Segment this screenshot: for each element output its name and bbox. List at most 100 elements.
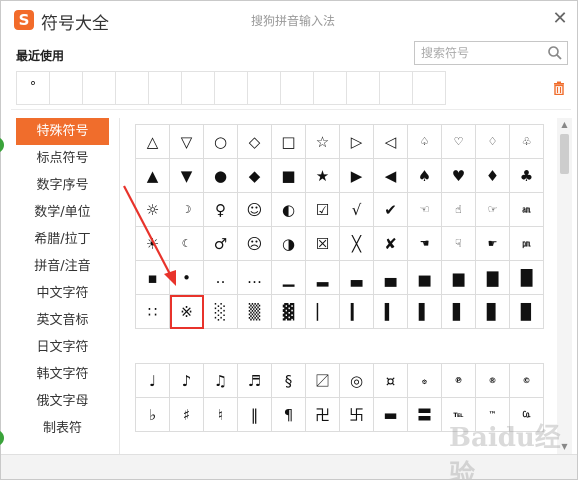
symbol-cell[interactable]: ♀ bbox=[204, 193, 238, 227]
symbol-cell[interactable]: ℗ bbox=[442, 364, 476, 398]
recent-symbol-cell[interactable] bbox=[83, 72, 116, 104]
recent-symbol-cell[interactable] bbox=[413, 72, 445, 104]
symbol-cell[interactable]: ☾ bbox=[170, 227, 204, 261]
category-item[interactable]: 标点符号 bbox=[16, 145, 109, 172]
symbol-cell[interactable]: ☞ bbox=[476, 193, 510, 227]
symbol-cell[interactable]: • bbox=[170, 261, 204, 295]
search-input[interactable] bbox=[415, 43, 539, 63]
recent-symbol-cell[interactable] bbox=[215, 72, 248, 104]
recent-symbol-cell[interactable] bbox=[314, 72, 347, 104]
symbol-cell[interactable]: ☛ bbox=[476, 227, 510, 261]
symbol-cell[interactable]: ♢ bbox=[476, 125, 510, 159]
trash-icon[interactable] bbox=[552, 81, 566, 95]
symbol-cell[interactable]: ▂ bbox=[306, 261, 340, 295]
category-item[interactable]: 日文字符 bbox=[16, 334, 109, 361]
symbol-cell[interactable]: ◑ bbox=[272, 227, 306, 261]
symbol-cell[interactable]: ☝ bbox=[442, 193, 476, 227]
symbol-cell[interactable]: ▌ bbox=[408, 295, 442, 329]
recent-symbol-cell[interactable]: ° bbox=[17, 72, 50, 104]
recent-symbol-cell[interactable] bbox=[182, 72, 215, 104]
symbol-cell[interactable]: ▲ bbox=[136, 159, 170, 193]
symbol-cell[interactable]: ※ bbox=[170, 295, 204, 329]
symbol-cell[interactable]: ▃ bbox=[340, 261, 374, 295]
category-item[interactable]: 数学/单位 bbox=[16, 199, 109, 226]
symbol-cell[interactable]: ▄ bbox=[374, 261, 408, 295]
recent-symbol-cell[interactable] bbox=[50, 72, 83, 104]
symbol-cell[interactable]: √ bbox=[340, 193, 374, 227]
symbol-cell[interactable]: ▆ bbox=[442, 261, 476, 295]
symbol-cell[interactable]: ▷ bbox=[340, 125, 374, 159]
search-box[interactable] bbox=[414, 41, 568, 65]
symbol-cell[interactable]: ♥ bbox=[442, 159, 476, 193]
symbol-cell[interactable]: ✘ bbox=[374, 227, 408, 261]
scrollbar[interactable]: ▲ ▼ bbox=[557, 118, 572, 454]
symbol-cell[interactable]: ♯ bbox=[170, 398, 204, 432]
symbol-cell[interactable]: ♦ bbox=[476, 159, 510, 193]
symbol-cell[interactable]: ‥ bbox=[204, 261, 238, 295]
symbol-cell[interactable]: ☀ bbox=[136, 227, 170, 261]
symbol-cell[interactable]: ☽ bbox=[170, 193, 204, 227]
symbol-cell[interactable]: ▽ bbox=[170, 125, 204, 159]
symbol-cell[interactable]: ▇ bbox=[476, 261, 510, 295]
symbol-cell[interactable]: ☟ bbox=[442, 227, 476, 261]
symbol-cell[interactable]: ☹ bbox=[238, 227, 272, 261]
symbol-cell[interactable]: ▏ bbox=[306, 295, 340, 329]
symbol-cell[interactable]: ▓ bbox=[272, 295, 306, 329]
recent-symbol-cell[interactable] bbox=[149, 72, 182, 104]
symbol-cell[interactable]: ▁ bbox=[272, 261, 306, 295]
symbol-cell[interactable]: ♮ bbox=[204, 398, 238, 432]
symbol-cell[interactable]: ▉ bbox=[510, 295, 544, 329]
symbol-cell[interactable]: ░ bbox=[204, 295, 238, 329]
recent-symbol-cell[interactable] bbox=[347, 72, 380, 104]
symbol-cell[interactable]: ♬ bbox=[238, 364, 272, 398]
symbol-cell[interactable]: ♠ bbox=[408, 159, 442, 193]
symbol-cell[interactable]: ☚ bbox=[408, 227, 442, 261]
title-bar[interactable]: S 符号大全 搜狗拼音输入法 ✕ bbox=[1, 1, 577, 39]
symbol-cell[interactable]: ¤ bbox=[374, 364, 408, 398]
category-item[interactable]: 希腊/拉丁 bbox=[16, 226, 109, 253]
symbol-cell[interactable]: ♪ bbox=[170, 364, 204, 398]
symbol-cell[interactable]: ◆ bbox=[238, 159, 272, 193]
symbol-cell[interactable]: ☜ bbox=[408, 193, 442, 227]
symbol-cell[interactable]: ۞ bbox=[408, 364, 442, 398]
category-item[interactable]: 拼音/注音 bbox=[16, 253, 109, 280]
symbol-cell[interactable]: ◁ bbox=[374, 125, 408, 159]
symbol-cell[interactable]: … bbox=[238, 261, 272, 295]
recent-symbol-cell[interactable] bbox=[380, 72, 413, 104]
symbol-cell[interactable]: █ bbox=[510, 261, 544, 295]
symbol-cell[interactable]: ㏘ bbox=[510, 227, 544, 261]
symbol-cell[interactable]: ♧ bbox=[510, 125, 544, 159]
symbol-cell[interactable]: ∷ bbox=[136, 295, 170, 329]
symbol-cell[interactable]: ◐ bbox=[272, 193, 306, 227]
category-item[interactable]: 韩文字符 bbox=[16, 361, 109, 388]
close-button[interactable]: ✕ bbox=[549, 8, 571, 30]
symbol-cell[interactable]: ◇ bbox=[238, 125, 272, 159]
symbol-cell[interactable]: ▪ bbox=[136, 261, 170, 295]
symbol-cell[interactable]: ♫ bbox=[204, 364, 238, 398]
symbol-cell[interactable]: ♩ bbox=[136, 364, 170, 398]
symbol-cell[interactable]: ¶ bbox=[272, 398, 306, 432]
symbol-cell[interactable]: ◀ bbox=[374, 159, 408, 193]
symbol-cell[interactable]: 卍 bbox=[306, 398, 340, 432]
category-item[interactable]: 英文音标 bbox=[16, 307, 109, 334]
symbol-cell[interactable]: ▍ bbox=[374, 295, 408, 329]
recent-symbol-cell[interactable] bbox=[248, 72, 281, 104]
symbol-cell[interactable]: ● bbox=[204, 159, 238, 193]
scroll-up-icon[interactable]: ▲ bbox=[557, 118, 572, 132]
symbol-cell[interactable]: ▼ bbox=[170, 159, 204, 193]
symbol-cell[interactable]: ☑ bbox=[306, 193, 340, 227]
scroll-thumb[interactable] bbox=[560, 134, 569, 174]
symbol-cell[interactable]: © bbox=[510, 364, 544, 398]
symbol-cell[interactable]: ☆ bbox=[306, 125, 340, 159]
symbol-cell[interactable]: ▅ bbox=[408, 261, 442, 295]
symbol-cell[interactable]: ㏂ bbox=[510, 193, 544, 227]
recent-symbol-cell[interactable] bbox=[281, 72, 314, 104]
category-item[interactable]: 俄文字母 bbox=[16, 388, 109, 415]
symbol-cell[interactable]: ▎ bbox=[340, 295, 374, 329]
symbol-cell[interactable]: □ bbox=[272, 125, 306, 159]
symbol-cell[interactable]: ○ bbox=[204, 125, 238, 159]
symbol-cell[interactable]: ‖ bbox=[238, 398, 272, 432]
recent-symbol-cell[interactable] bbox=[116, 72, 149, 104]
symbol-cell[interactable]: ☺ bbox=[238, 193, 272, 227]
category-item[interactable]: 制表符 bbox=[16, 415, 109, 442]
